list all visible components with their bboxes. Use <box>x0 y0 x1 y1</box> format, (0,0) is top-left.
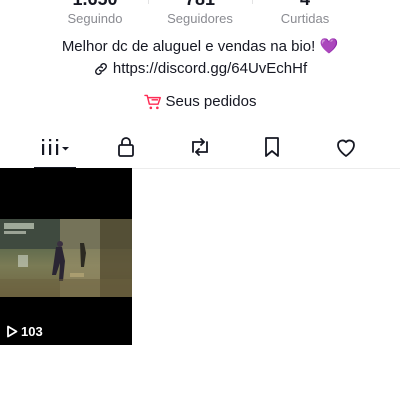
stat-following[interactable]: 1.650 Seguindo <box>35 0 155 28</box>
profile-tabs <box>0 128 400 169</box>
video-view-count: 103 <box>6 324 43 339</box>
bio-text: Melhor dc de aluguel e vendas na bio! <box>61 38 316 55</box>
tab-favorites[interactable] <box>242 128 302 166</box>
following-label: Seguindo <box>67 11 123 26</box>
orders-button[interactable]: Seus pedidos <box>0 93 400 110</box>
game-scene-image <box>0 219 132 297</box>
followers-count: 781 <box>140 0 260 10</box>
tab-videos[interactable] <box>25 128 85 166</box>
bio-link[interactable]: https://discord.gg/64UvEchHf <box>113 59 307 79</box>
link-icon <box>94 63 107 75</box>
video-thumbnail-image <box>0 219 132 297</box>
tab-reposts[interactable] <box>170 128 230 166</box>
bio-link-line[interactable]: https://discord.gg/64UvEchHf <box>0 59 400 83</box>
cart-icon <box>143 94 161 109</box>
repost-icon <box>192 138 208 156</box>
bio-text-line: Melhor dc de aluguel e vendas na bio! 💜 <box>0 37 400 57</box>
followers-label: Seguidores <box>167 11 233 26</box>
tab-liked[interactable] <box>316 128 376 166</box>
heart-icon <box>337 139 355 157</box>
following-count: 1.650 <box>35 0 155 10</box>
stat-likes[interactable]: 4 Curtidas <box>245 0 365 28</box>
bookmark-icon <box>265 137 279 157</box>
view-count: 103 <box>21 324 43 339</box>
grid-icon <box>42 139 69 155</box>
purple-heart-emoji: 💜 <box>319 38 339 55</box>
stat-followers[interactable]: 781 Seguidores <box>140 0 260 28</box>
likes-label: Curtidas <box>280 11 330 26</box>
chevron-down-icon <box>62 147 69 151</box>
tab-private[interactable] <box>96 128 156 166</box>
orders-label: Seus pedidos <box>165 93 257 110</box>
lock-icon <box>118 137 134 157</box>
video-thumbnail[interactable]: 103 <box>0 168 132 345</box>
profile-bio: Melhor dc de aluguel e vendas na bio! 💜 … <box>0 37 400 83</box>
play-icon <box>7 325 18 338</box>
likes-count: 4 <box>245 0 365 10</box>
profile-stats: 1.650 Seguindo 781 Seguidores 4 Curtidas <box>0 0 400 28</box>
